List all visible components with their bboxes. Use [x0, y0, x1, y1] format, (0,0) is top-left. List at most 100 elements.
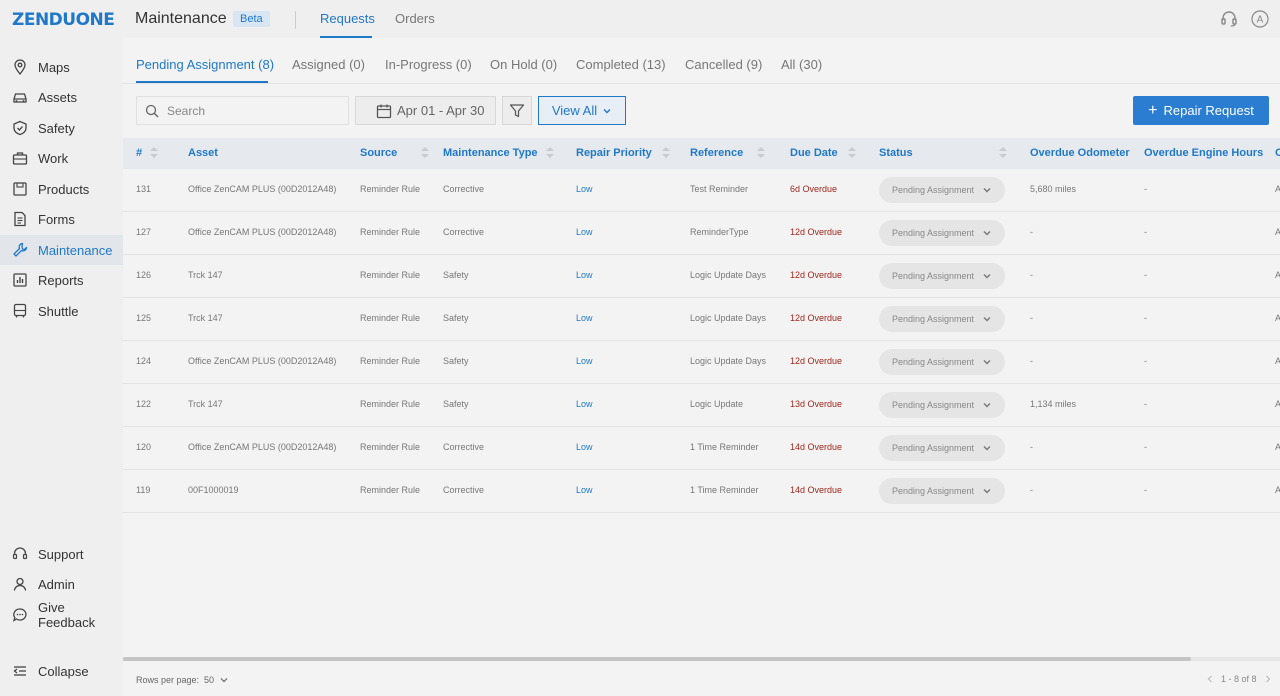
column-label: Repair Priority [576, 147, 652, 159]
cell-repair-priority[interactable]: Low [576, 313, 593, 323]
column-header-repair-priority[interactable]: Repair Priority [576, 147, 670, 159]
tab-assigned[interactable]: Assigned (0) [292, 57, 365, 72]
app-logo[interactable]: ZENDUONE [12, 10, 115, 30]
table-row[interactable]: 119 00F1000019 Reminder Rule Corrective Low 1… [123, 470, 1280, 513]
status-dropdown[interactable]: Pending Assignment [879, 220, 1005, 246]
sidebar-item-shuttle[interactable]: Shuttle [0, 296, 123, 326]
sidebar-item-label: Admin [38, 576, 75, 592]
top-bar: ZENDUONE Maintenance Beta Requests Order… [0, 0, 1280, 38]
cell-source: Reminder Rule [360, 442, 421, 452]
tab-pending-assignment[interactable]: Pending Assignment (8) [136, 57, 274, 72]
status-dropdown[interactable]: Pending Assignment [879, 177, 1005, 203]
date-range-picker[interactable]: Apr 01 - Apr 30 [355, 96, 496, 125]
tab-on-hold[interactable]: On Hold (0) [490, 57, 557, 72]
table-row[interactable]: 127 Office ZenCAM PLUS (00D2012A48) Remind… [123, 212, 1280, 255]
scrollbar-thumb[interactable] [123, 657, 1191, 661]
cell-repair-priority[interactable]: Low [576, 184, 593, 194]
sidebar-item-label: Reports [38, 272, 84, 288]
cell-truncated: A [1275, 227, 1280, 237]
tab-completed[interactable]: Completed (13) [576, 57, 666, 72]
status-dropdown[interactable]: Pending Assignment [879, 478, 1005, 504]
sidebar-item-forms[interactable]: Forms [0, 204, 123, 234]
sort-icon[interactable] [847, 147, 856, 159]
status-label: Pending Assignment [892, 185, 975, 195]
chevron-left-icon[interactable] [1206, 675, 1214, 683]
status-dropdown[interactable]: Pending Assignment [879, 392, 1005, 418]
sort-icon[interactable] [757, 147, 766, 159]
table-row[interactable]: 126 Trck 147 Reminder Rule Safety Low Logic U… [123, 255, 1280, 298]
tab-in-progress[interactable]: In-Progress (0) [385, 57, 472, 72]
column-label: Overdue Engine Hours [1144, 147, 1264, 159]
sort-icon[interactable] [545, 147, 554, 159]
status-dropdown[interactable]: Pending Assignment [879, 263, 1005, 289]
column-header-truncated[interactable]: O [1275, 147, 1280, 159]
table-row[interactable]: 125 Trck 147 Reminder Rule Safety Low Logic U… [123, 298, 1280, 341]
sidebar-item-give-feedback[interactable]: Give Feedback [0, 600, 123, 630]
status-dropdown[interactable]: Pending Assignment [879, 349, 1005, 375]
filter-button[interactable] [502, 96, 532, 125]
column-header-number[interactable]: # [136, 147, 159, 159]
repair-request-button[interactable]: + Repair Request [1133, 96, 1269, 125]
table-row[interactable]: 124 Office ZenCAM PLUS (00D2012A48) Remind… [123, 341, 1280, 384]
wrench-icon [13, 242, 28, 257]
sidebar-item-support[interactable]: Support [0, 539, 123, 569]
cell-repair-priority[interactable]: Low [576, 270, 593, 280]
sidebar-item-collapse[interactable]: Collapse [0, 656, 123, 686]
search-input[interactable] [167, 103, 337, 118]
cell-repair-priority[interactable]: Low [576, 442, 593, 452]
cell-repair-priority[interactable]: Low [576, 356, 593, 366]
sort-icon[interactable] [421, 147, 430, 159]
cell-repair-priority[interactable]: Low [576, 227, 593, 237]
column-header-asset[interactable]: Asset [188, 147, 218, 159]
status-tabs: Pending Assignment (8) Assigned (0) In-P… [123, 38, 1280, 84]
sidebar-item-reports[interactable]: Reports [0, 265, 123, 295]
sort-icon[interactable] [998, 147, 1007, 159]
calendar-icon [376, 104, 392, 118]
rows-per-page-select[interactable]: 50 [204, 675, 228, 685]
cell-reference: 1 Time Reminder [690, 485, 759, 495]
cell-truncated: A [1275, 184, 1280, 194]
account-icon[interactable]: A [1251, 10, 1269, 28]
column-header-reference[interactable]: Reference [690, 147, 766, 159]
cell-source: Reminder Rule [360, 356, 421, 366]
sidebar-item-work[interactable]: Work [0, 143, 123, 173]
status-dropdown[interactable]: Pending Assignment [879, 435, 1005, 461]
sidebar-item-safety[interactable]: Safety [0, 113, 123, 143]
status-label: Pending Assignment [892, 271, 975, 281]
main-panel: Pending Assignment (8) Assigned (0) In-P… [123, 38, 1280, 696]
sort-icon[interactable] [661, 147, 670, 159]
chevron-right-icon[interactable] [1264, 675, 1272, 683]
cell-repair-priority[interactable]: Low [576, 399, 593, 409]
cell-overdue-odometer: - [1030, 270, 1033, 280]
search-box[interactable] [136, 96, 349, 125]
table-row[interactable]: 120 Office ZenCAM PLUS (00D2012A48) Remind… [123, 427, 1280, 470]
sidebar-item-label: Maps [38, 59, 70, 75]
tab-cancelled[interactable]: Cancelled (9) [685, 57, 762, 72]
tab-all[interactable]: All (30) [781, 57, 822, 72]
sort-icon[interactable] [150, 147, 159, 159]
tab-requests[interactable]: Requests [320, 11, 375, 26]
tab-orders[interactable]: Orders [395, 11, 435, 26]
support-icon[interactable] [1220, 10, 1238, 28]
sidebar-item-maps[interactable]: Maps [0, 52, 123, 82]
view-all-dropdown[interactable]: View All [538, 96, 626, 125]
column-header-overdue-odometer[interactable]: Overdue Odometer [1030, 147, 1130, 159]
cell-truncated: A [1275, 313, 1280, 323]
column-header-maintenance-type[interactable]: Maintenance Type [443, 147, 554, 159]
sidebar-item-label: Products [38, 181, 90, 197]
rows-per-page-value: 50 [204, 675, 215, 685]
cell-repair-priority[interactable]: Low [576, 485, 593, 495]
column-header-status[interactable]: Status [879, 147, 1007, 159]
cell-reference: Logic Update Days [690, 270, 767, 280]
cell-asset: Office ZenCAM PLUS (00D2012A48) [188, 356, 337, 366]
status-dropdown[interactable]: Pending Assignment [879, 306, 1005, 332]
sidebar-item-products[interactable]: Products [0, 174, 123, 204]
column-header-due-date[interactable]: Due Date [790, 147, 856, 159]
column-header-source[interactable]: Source [360, 147, 430, 159]
sidebar-item-maintenance[interactable]: Maintenance [0, 235, 123, 265]
sidebar-item-assets[interactable]: Assets [0, 82, 123, 112]
table-row[interactable]: 131 Office ZenCAM PLUS (00D2012A48) Remind… [123, 169, 1280, 212]
sidebar-item-admin[interactable]: Admin [0, 569, 123, 599]
table-row[interactable]: 122 Trck 147 Reminder Rule Safety Low Logic U… [123, 384, 1280, 427]
column-header-overdue-engine-hours[interactable]: Overdue Engine Hours [1144, 147, 1263, 159]
